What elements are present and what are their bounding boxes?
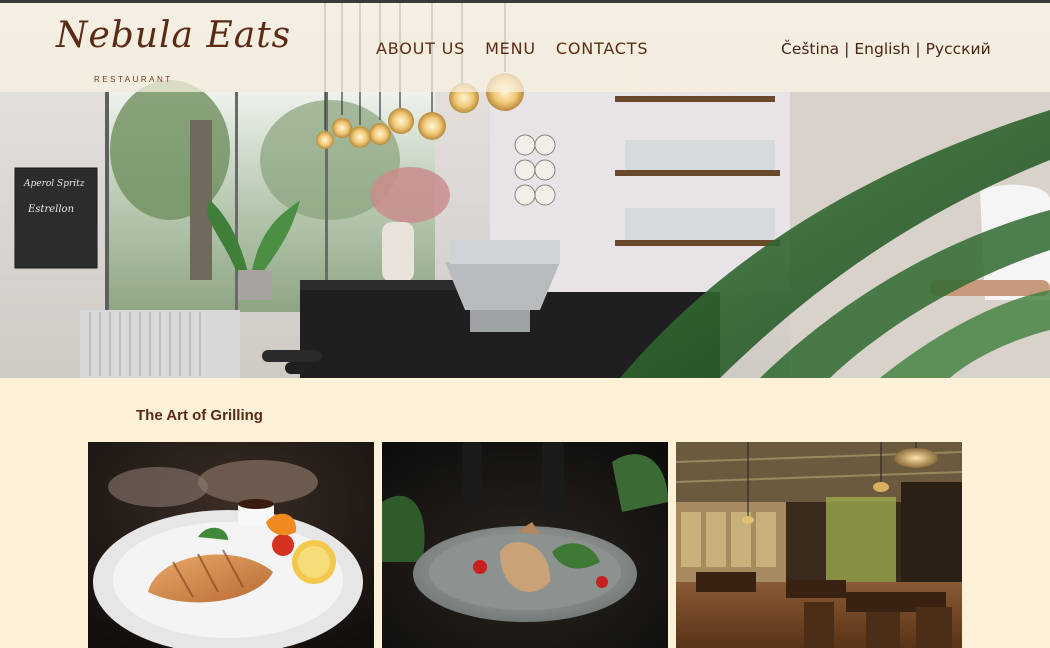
lang-english[interactable]: English <box>854 40 910 58</box>
nav-menu[interactable]: MENU <box>485 39 536 58</box>
language-switcher: Čeština | English | Русский <box>781 40 991 58</box>
nav-about-us[interactable]: ABOUT US <box>376 39 465 58</box>
lang-separator: | <box>844 40 850 58</box>
gallery-image-salmon[interactable] <box>88 442 374 648</box>
main-nav: ABOUT US MENU CONTACTS <box>376 39 648 58</box>
lang-czech[interactable]: Čeština <box>781 40 839 58</box>
site-header: Nebula Eats RESTAURANT ABOUT US MENU CON… <box>0 0 1050 92</box>
brand-logo[interactable]: Nebula Eats RESTAURANT <box>56 9 290 89</box>
svg-text:Estrellon: Estrellon <box>27 204 74 215</box>
gallery-image-interior[interactable] <box>676 442 962 648</box>
svg-text:Aperol Spritz: Aperol Spritz <box>23 179 85 189</box>
brand-name: Nebula Eats <box>56 15 292 56</box>
brand-tagline: RESTAURANT <box>94 75 173 84</box>
lang-separator: | <box>915 40 921 58</box>
section-title: The Art of Grilling <box>136 407 263 424</box>
food-gallery <box>88 442 964 648</box>
nav-contacts[interactable]: CONTACTS <box>556 39 648 58</box>
lang-russian[interactable]: Русский <box>926 40 991 58</box>
gallery-image-chicken[interactable] <box>382 442 668 648</box>
